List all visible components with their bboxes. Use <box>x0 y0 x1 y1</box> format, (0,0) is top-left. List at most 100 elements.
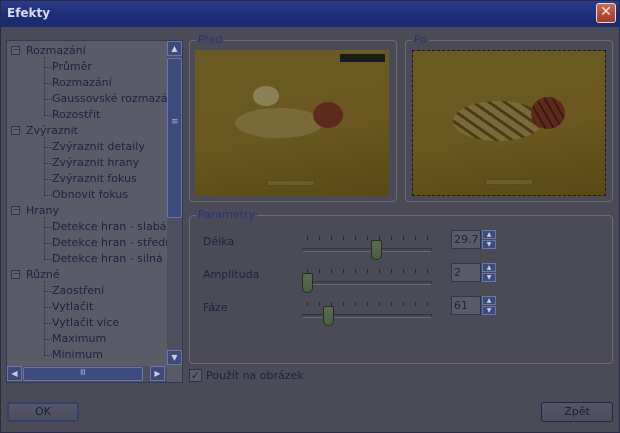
tree-vertical-scrollbar[interactable]: ▲ ≡ ▼ <box>167 41 182 365</box>
scroll-right-button[interactable]: ▶ <box>150 366 165 381</box>
slider-tick <box>355 236 356 240</box>
effects-dialog: Efekty ✕ − Rozmazání Průměr Rozmazání Gausso… <box>0 0 620 433</box>
param-value-field[interactable]: 29.7 <box>451 230 481 249</box>
param-slider[interactable] <box>302 248 432 252</box>
param-slider[interactable] <box>302 281 432 285</box>
tree-item[interactable]: Detekce hran - silná <box>52 251 163 267</box>
slider-tick <box>367 236 368 240</box>
parameters-group: Parametry Délka 29.7 ▲ ▼ Amplituda 2 ▲ ▼ Fáze 61 ▲… <box>189 208 613 364</box>
tree-item[interactable]: Detekce hran - střední <box>52 235 167 251</box>
spin-down-icon[interactable]: ▼ <box>482 306 496 315</box>
before-preview-image <box>195 50 389 196</box>
spin-down-icon[interactable]: ▼ <box>482 273 496 282</box>
slider-tick <box>343 269 344 273</box>
slider-tick <box>355 269 356 273</box>
back-button[interactable]: Zpět <box>541 402 613 422</box>
tree-item[interactable]: Zvýraznit fokus <box>52 171 137 187</box>
tree-item[interactable]: Vytlačit <box>52 299 93 315</box>
slider-tick <box>427 269 428 273</box>
param-slider[interactable] <box>302 314 432 318</box>
slider-tick <box>427 302 428 306</box>
param-spinner[interactable]: ▲ ▼ <box>482 263 496 282</box>
slider-tick <box>343 302 344 306</box>
tree-category-label: Rozmazání <box>26 44 86 57</box>
slider-thumb[interactable] <box>371 240 383 260</box>
slider-tick <box>427 236 428 240</box>
param-spinner[interactable]: ▲ ▼ <box>482 230 496 249</box>
slider-tick <box>415 269 416 273</box>
slider-tick <box>415 302 416 306</box>
slider-thumb[interactable] <box>302 273 313 293</box>
slider-tick <box>319 302 320 306</box>
tree-item[interactable]: Průměr <box>52 59 92 75</box>
slider-tick <box>379 302 380 306</box>
tree-item[interactable]: Zaostření <box>52 283 104 299</box>
tree-item[interactable]: Rozostřit <box>52 107 100 123</box>
param-label: Fáze <box>203 301 228 314</box>
param-value-field[interactable]: 61 <box>451 296 481 315</box>
spin-up-icon[interactable]: ▲ <box>482 230 496 239</box>
param-label: Amplituda <box>203 268 260 281</box>
slider-tick <box>319 269 320 273</box>
after-preview-label: Po <box>412 33 429 46</box>
title-bar: Efekty ✕ <box>1 1 619 27</box>
window-title: Efekty <box>7 6 51 20</box>
slider-tick <box>319 236 320 240</box>
spin-up-icon[interactable]: ▲ <box>482 263 496 272</box>
tree-item[interactable]: Obnovit fokus <box>52 187 128 203</box>
vertical-scroll-thumb[interactable]: ≡ <box>167 58 182 218</box>
slider-tick <box>307 302 308 306</box>
tree-horizontal-scrollbar[interactable]: ◀ ≡ ▶ <box>7 366 167 382</box>
close-button[interactable]: ✕ <box>596 3 616 23</box>
collapse-icon[interactable]: − <box>11 46 20 55</box>
slider-tick <box>367 269 368 273</box>
tree-item[interactable]: Zvýraznit detaily <box>52 139 145 155</box>
after-preview-image <box>412 50 606 196</box>
horizontal-scroll-thumb[interactable]: ≡ <box>23 367 143 381</box>
effects-tree-list: − Rozmazání Průměr Rozmazání Gaussovské rozm… <box>7 41 167 365</box>
slider-tick <box>331 236 332 240</box>
grip-icon: ≡ <box>171 117 179 127</box>
tree-category-label: Různé <box>26 268 60 281</box>
tree-category[interactable]: − Hrany <box>11 203 59 219</box>
tree-item[interactable]: Gaussovské rozmazání <box>52 91 167 107</box>
scroll-up-button[interactable]: ▲ <box>167 41 182 56</box>
tree-category[interactable]: − Rozmazání <box>11 43 86 59</box>
slider-tick <box>355 302 356 306</box>
scroll-left-button[interactable]: ◀ <box>7 366 22 381</box>
slider-tick <box>391 302 392 306</box>
before-preview-label: Před <box>196 33 225 46</box>
tree-item[interactable]: Maximum <box>52 331 106 347</box>
slider-tick <box>391 269 392 273</box>
slider-thumb[interactable] <box>323 306 335 326</box>
tree-category[interactable]: − Různé <box>11 267 60 283</box>
collapse-icon[interactable]: − <box>11 270 20 279</box>
param-spinner[interactable]: ▲ ▼ <box>482 296 496 315</box>
slider-tick <box>343 236 344 240</box>
tree-item[interactable]: Zvýraznit hrany <box>52 155 139 171</box>
slider-tick <box>367 302 368 306</box>
scroll-down-button[interactable]: ▼ <box>167 350 182 365</box>
effects-tree[interactable]: − Rozmazání Průměr Rozmazání Gaussovské rozm… <box>6 40 183 383</box>
slider-tick <box>415 236 416 240</box>
ok-button[interactable]: OK <box>7 402 79 422</box>
slider-tick <box>307 236 308 240</box>
grip-icon: ≡ <box>76 368 87 376</box>
collapse-icon[interactable]: − <box>11 206 20 215</box>
tree-item[interactable]: Vytlačit více <box>52 315 119 331</box>
collapse-icon[interactable]: − <box>11 126 20 135</box>
param-value-field[interactable]: 2 <box>451 263 481 282</box>
param-label: Délka <box>203 235 235 248</box>
spin-up-icon[interactable]: ▲ <box>482 296 496 305</box>
tree-item[interactable]: Minimum <box>52 347 103 363</box>
slider-tick <box>331 269 332 273</box>
tree-category-label: Zvýraznit <box>26 124 78 137</box>
tree-item[interactable]: Rozmazání <box>52 75 112 91</box>
spin-down-icon[interactable]: ▼ <box>482 240 496 249</box>
before-preview-group: Před <box>189 33 397 202</box>
parameters-label: Parametry <box>196 208 257 221</box>
apply-to-image-checkbox[interactable]: ✓ <box>189 369 202 382</box>
slider-tick <box>403 302 404 306</box>
tree-category-label: Hrany <box>26 204 60 217</box>
tree-item[interactable]: Detekce hran - slabá <box>52 219 166 235</box>
